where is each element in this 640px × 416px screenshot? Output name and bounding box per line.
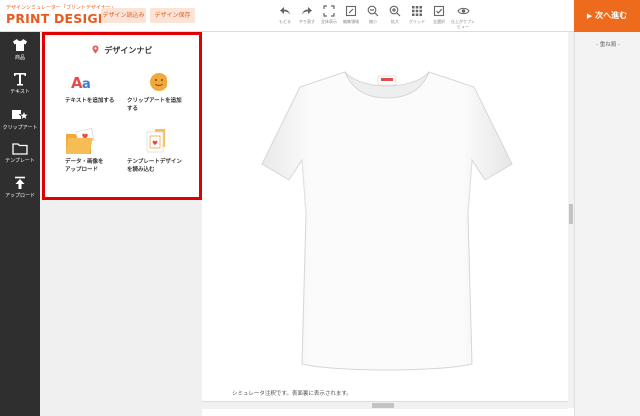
text-aa-icon: Aa [65, 71, 133, 97]
nav-template-label-2: を読み込む [127, 167, 155, 173]
fit-screen-icon [323, 5, 335, 17]
zoom-in-button[interactable]: 拡大 [384, 4, 406, 30]
nav-load-template[interactable]: テンプレートデザイン を読み込む [127, 128, 195, 174]
grid-label: グリッド [409, 19, 425, 24]
sidebar-item-label: アップロード [4, 193, 35, 199]
logo-subtitle: デザインシミュレーター「プリントデザイナー」 [6, 5, 116, 11]
horizontal-scroll-thumb[interactable] [372, 403, 394, 408]
zoom-out-button[interactable]: 縮小 [362, 4, 384, 30]
layer-panel: - 重ね順 - [574, 32, 640, 416]
upload-folder-icon [65, 128, 133, 158]
nav-template-label-1: テンプレートデザイン [127, 159, 182, 165]
save-design-button[interactable]: デザイン保存 [150, 8, 195, 23]
grid-icon [412, 6, 422, 16]
undo-button[interactable]: もどる [274, 4, 296, 30]
tool-sidebar: 商品 テキスト クリップアート テンプレート アップロード [0, 32, 40, 416]
smiley-icon [127, 71, 195, 97]
sidebar-item-label: テンプレート [5, 158, 35, 164]
play-arrow-icon: ▶ [586, 12, 593, 20]
nav-add-text-label: テキストを追加する [65, 98, 115, 104]
clipart-icon [12, 109, 29, 121]
sidebar-item-upload[interactable]: アップロード [0, 172, 40, 206]
logo[interactable]: デザインシミュレーター「プリントデザイナー」 PRINT DESIGNER [6, 4, 127, 30]
design-nav-title: デザインナビ [45, 45, 199, 56]
select-all-button[interactable]: 全選択 [428, 4, 450, 30]
zoom-out-label: 縮小 [369, 19, 377, 24]
template-icon [127, 128, 195, 158]
sidebar-item-text[interactable]: テキスト [0, 68, 40, 102]
design-canvas[interactable] [202, 32, 568, 408]
svg-text:a: a [82, 77, 91, 92]
sidebar-item-clipart[interactable]: クリップアート [0, 104, 40, 138]
redo-label: やり直す [299, 19, 315, 24]
next-step-label: 次へ進む [595, 11, 628, 20]
undo-icon [280, 7, 290, 15]
design-nav-title-text: デザインナビ [104, 46, 153, 55]
nav-add-clipart-label-2: する [127, 106, 139, 112]
nav-add-clipart-label-1: クリップアートを追加 [127, 98, 182, 104]
nav-add-text[interactable]: Aa テキストを追加する [65, 71, 133, 105]
nav-add-clipart[interactable]: クリップアートを追加 する [127, 71, 195, 113]
text-icon [14, 73, 26, 86]
zoom-in-label: 拡大 [391, 19, 399, 24]
zoom-in-icon [389, 5, 401, 17]
grid-button[interactable]: グリッド [406, 4, 428, 30]
sidebar-item-label: クリップアート [2, 125, 38, 131]
design-panel: デザインナビ Aa テキストを追加する クリップアートを追加 する データ・画像… [40, 32, 202, 416]
layer-order-label: - 重ね順 - [596, 42, 620, 48]
canvas-horizontal-scrollbar[interactable] [202, 401, 568, 409]
preview-eye-icon [456, 7, 470, 15]
tshirt-product-image [261, 71, 513, 371]
tshirt-icon [13, 39, 27, 51]
preview-button[interactable]: 仕上がりプレビュー [450, 4, 476, 30]
select-all-icon [433, 5, 445, 17]
folder-icon [12, 143, 28, 155]
preview-label: 仕上がりプレビュー [451, 19, 475, 29]
fit-screen-label: 全体表示 [321, 19, 337, 24]
sidebar-item-label: 商品 [14, 55, 25, 61]
sidebar-item-template[interactable]: テンプレート [0, 138, 40, 172]
nav-upload-image[interactable]: データ・画像を アップロード [65, 128, 133, 174]
select-all-label: 全選択 [433, 19, 445, 24]
edit-area-button[interactable]: 編集領域 [340, 4, 362, 30]
sidebar-item-label: テキスト [10, 89, 30, 95]
vertical-scroll-thumb[interactable] [569, 204, 573, 224]
zoom-out-icon [367, 5, 379, 17]
canvas-footnote: シミュレータ注釈です。表面裏に表示されます。 [232, 391, 352, 397]
undo-label: もどる [279, 19, 291, 24]
nav-upload-label-1: データ・画像を [65, 159, 104, 165]
sidebar-item-product[interactable]: 商品 [0, 34, 40, 68]
next-step-button[interactable]: ▶ 次へ進む [574, 0, 640, 32]
redo-button[interactable]: やり直す [296, 4, 318, 30]
fit-screen-button[interactable]: 全体表示 [318, 4, 340, 30]
design-nav-box: デザインナビ Aa テキストを追加する クリップアートを追加 する データ・画像… [42, 32, 202, 200]
upload-icon [15, 176, 25, 189]
edit-area-icon [345, 5, 357, 17]
app-header: デザインシミュレーター「プリントデザイナー」 PRINT DESIGNER デザ… [0, 0, 640, 32]
redo-icon [302, 7, 312, 15]
load-design-button[interactable]: デザイン読込み [101, 8, 146, 23]
nav-upload-label-2: アップロード [65, 167, 99, 173]
map-pin-icon [92, 45, 99, 54]
edit-area-label: 編集領域 [343, 19, 359, 24]
